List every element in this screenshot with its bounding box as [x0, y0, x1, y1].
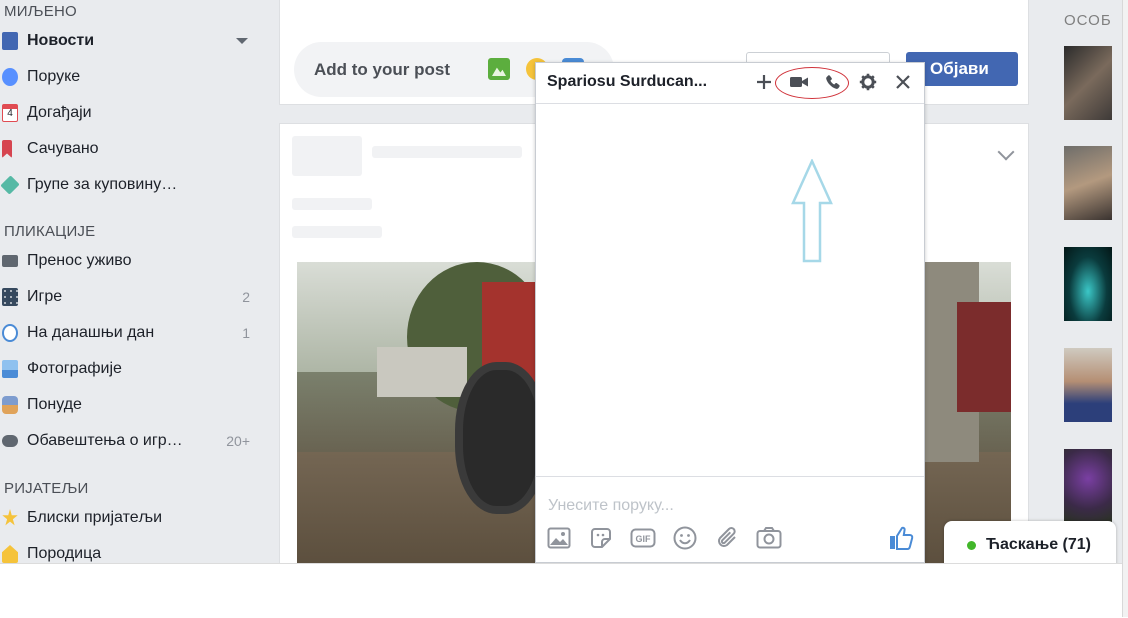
chat-window: Spariosu Surducan... Унесите поруку... G…	[535, 62, 925, 563]
gamepad-icon	[2, 435, 18, 447]
chevron-down-icon[interactable]	[236, 38, 248, 44]
window-edge-bottom	[0, 563, 1122, 618]
sidebar-item-news-feed[interactable]: Новости	[0, 24, 262, 58]
sidebar-item-label: Догађаји	[27, 104, 92, 121]
contact-avatar[interactable]	[1064, 146, 1112, 220]
section-header-friends: РИЈАТЕЉИ	[4, 480, 89, 497]
chat-divider	[536, 476, 924, 477]
sidebar-item-events[interactable]: 4 Догађаји	[0, 96, 262, 130]
sidebar-item-messages[interactable]: Поруке	[0, 60, 262, 94]
sidebar-item-saved[interactable]: Сачувано	[0, 132, 262, 166]
sidebar-item-label: Фотографије	[27, 360, 122, 377]
sticker-icon[interactable]	[588, 525, 614, 551]
photo-icon	[2, 360, 18, 378]
thumbs-up-icon[interactable]	[888, 525, 914, 551]
sidebar-item-label: Сачувано	[27, 140, 99, 157]
sidebar-item-label: Групе за куповину…	[27, 176, 178, 193]
bookmark-icon	[2, 140, 12, 158]
sidebar-item-label: Обавештења о игр…	[27, 432, 183, 449]
chat-bar[interactable]: Ћаскање (71)	[944, 521, 1116, 563]
section-header-apps: ПЛИКАЦИЈЕ	[4, 223, 96, 240]
contact-avatar[interactable]	[1064, 46, 1112, 120]
plus-icon[interactable]	[752, 69, 776, 95]
sidebar-item-label: Игре	[27, 288, 63, 305]
sidebar-item-close-friends[interactable]: Блиски пријатељи	[0, 501, 262, 535]
gear-icon[interactable]	[856, 69, 880, 95]
sidebar-item-label: Поруке	[27, 68, 81, 85]
section-header-favorites: МИЉЕНО	[4, 3, 77, 20]
annotation-red-ellipse	[775, 67, 849, 99]
sidebar-item-on-this-day[interactable]: На данашњи дан 1	[0, 316, 262, 350]
photo-video-icon[interactable]	[488, 58, 510, 80]
sidebar-item-offers[interactable]: Понуде	[0, 388, 262, 422]
messenger-icon	[2, 68, 18, 86]
sidebar-item-count: 20+	[226, 433, 250, 449]
video-camera-icon	[2, 255, 18, 267]
tag-icon	[0, 175, 20, 195]
sidebar-item-games[interactable]: Игре 2	[0, 280, 262, 314]
chat-title[interactable]: Spariosu Surducan...	[547, 73, 747, 91]
camera-icon[interactable]	[756, 525, 782, 551]
sidebar-item-game-notifications[interactable]: Обавештења о игр… 20+	[0, 424, 262, 458]
star-icon	[2, 509, 18, 526]
contact-avatar[interactable]	[1064, 348, 1112, 422]
photo-icon[interactable]	[546, 525, 572, 551]
message-input[interactable]	[546, 491, 910, 521]
family-icon	[2, 545, 18, 563]
annotation-arrow-icon	[791, 159, 833, 263]
add-to-post-label: Add to your post	[314, 59, 450, 79]
contacts-header: ОСОБ	[1064, 12, 1112, 29]
close-icon[interactable]	[891, 69, 915, 95]
contact-avatar[interactable]	[1064, 449, 1112, 523]
sidebar-item-buy-sell-groups[interactable]: Групе за куповину…	[0, 168, 262, 202]
sidebar-item-label: Блиски пријатељи	[27, 509, 163, 526]
sidebar-item-label: На данашњи дан	[27, 324, 155, 341]
clock-icon	[2, 324, 18, 342]
offer-icon	[2, 396, 18, 414]
dice-icon	[2, 288, 18, 306]
calendar-icon: 4	[2, 104, 18, 122]
sidebar-item-label: Понуде	[27, 396, 82, 413]
news-feed-icon	[2, 32, 18, 50]
window-edge-right	[1122, 0, 1128, 617]
left-sidebar: МИЉЕНО Новости Поруке 4 Догађаји Сачуван…	[0, 0, 262, 563]
chat-messages-area	[536, 104, 924, 476]
sidebar-item-label: Породица	[27, 545, 102, 562]
post-options-chevron-icon[interactable]	[997, 143, 1015, 161]
gif-icon[interactable]: GIF	[630, 525, 656, 551]
chat-bar-label: Ћаскање (71)	[986, 536, 1091, 553]
post-header-blurred	[292, 136, 532, 246]
facebook-window: МИЉЕНО Новости Поруке 4 Догађаји Сачуван…	[0, 0, 1122, 563]
sidebar-item-count: 1	[242, 325, 250, 341]
sidebar-item-label: Пренос уживо	[27, 252, 132, 269]
emoji-icon[interactable]	[672, 525, 698, 551]
sidebar-item-family[interactable]: Породица	[0, 537, 262, 563]
sidebar-item-label: Новости	[27, 32, 95, 49]
contacts-rail: ОСОБ	[1046, 0, 1122, 563]
sidebar-item-live-video[interactable]: Пренос уживо	[0, 244, 262, 278]
contact-avatar[interactable]	[1064, 247, 1112, 321]
chat-header: Spariosu Surducan...	[536, 63, 924, 104]
online-status-icon	[967, 540, 976, 550]
sidebar-item-photos[interactable]: Фотографије	[0, 352, 262, 386]
sidebar-item-count: 2	[242, 289, 250, 305]
gif-label: GIF	[636, 534, 652, 544]
attachment-icon[interactable]	[714, 525, 740, 551]
